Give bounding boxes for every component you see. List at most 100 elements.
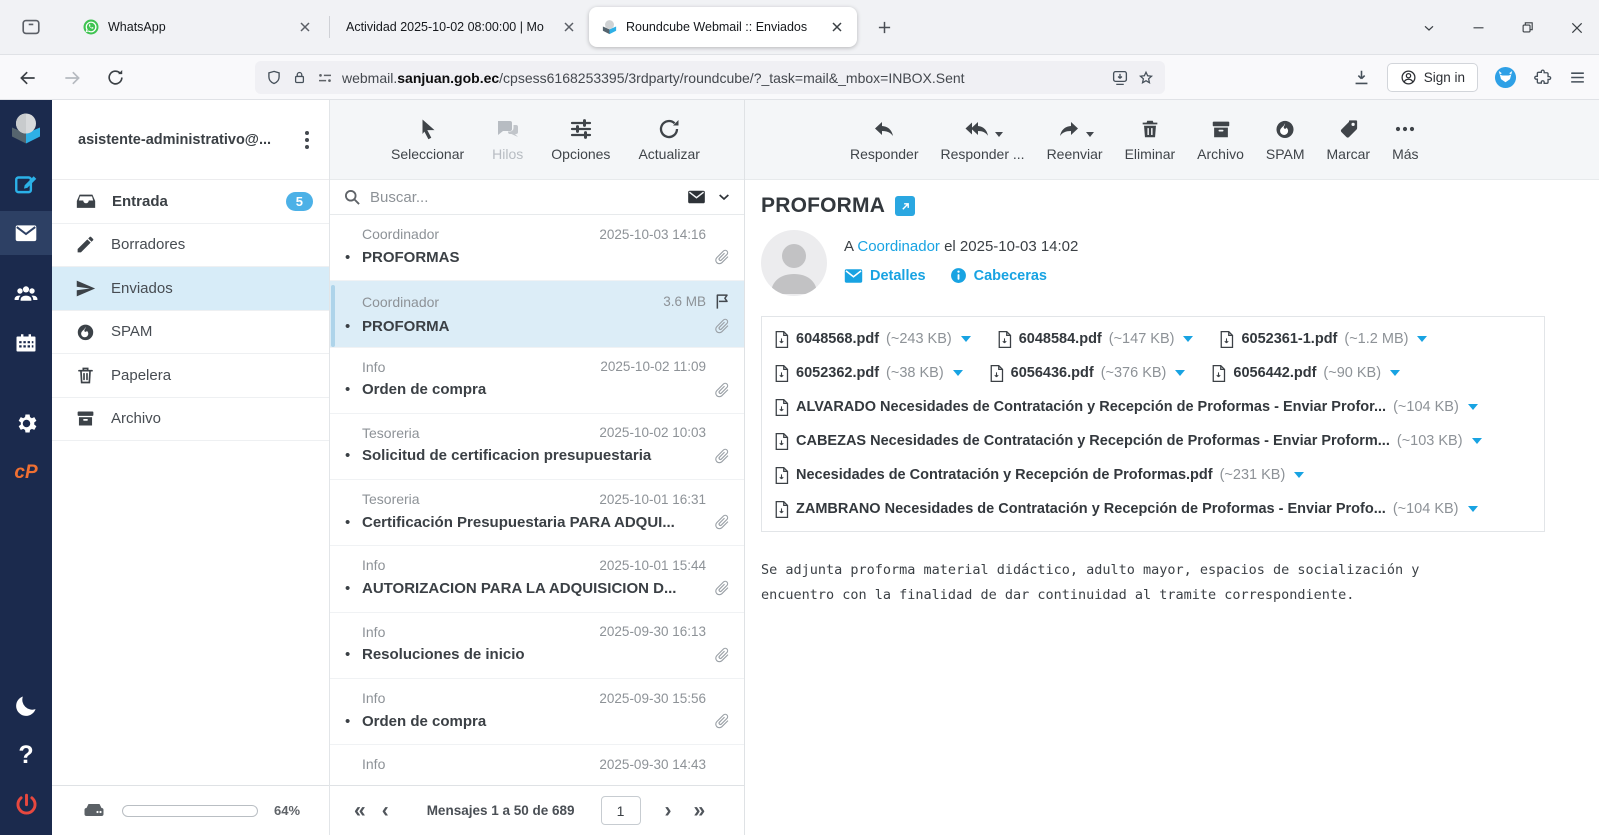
message-list-item[interactable]: Info 2025-09-30 14:43 [330,745,744,785]
attachment-menu-caret-icon[interactable] [1294,472,1304,478]
first-page-button[interactable]: « [346,800,374,821]
attachment[interactable]: CABEZAS Necesidades de Contratación y Re… [774,424,1482,458]
url-text[interactable]: webmail.sanjuan.gob.ec/cpsess6168253395/… [342,70,1103,86]
reply-all-caret-icon[interactable] [995,132,1003,137]
folder-enviados[interactable]: Enviados [52,267,329,311]
firefox-view-icon[interactable] [14,10,48,44]
attachment-menu-caret-icon[interactable] [1468,506,1478,512]
message-list-item[interactable]: Coordinador 3.6 MB • PROFORMA [330,281,744,347]
url-bar[interactable]: webmail.sanjuan.gob.ec/cpsess6168253395/… [255,61,1165,94]
page-number-input[interactable] [601,796,641,825]
profile-avatar-icon[interactable] [1494,66,1517,89]
search-options-chevron-icon[interactable] [716,189,732,205]
lock-icon[interactable] [291,69,308,86]
reload-icon[interactable] [106,68,125,87]
tab-close-icon[interactable] [297,19,313,35]
dark-mode-moon-icon[interactable] [13,693,39,719]
kebab-menu-icon[interactable] [297,127,317,153]
shield-icon[interactable] [265,69,283,87]
message-list-item[interactable]: Info 2025-10-01 15:44 • AUTORIZACION PAR… [330,546,744,612]
contacts-icon[interactable] [12,281,40,305]
attachment-menu-caret-icon[interactable] [1417,336,1427,342]
settings-gear-icon[interactable] [14,411,39,436]
tab-list-chevron-icon[interactable] [1421,20,1437,36]
threads-button[interactable]: Hilos [483,117,532,162]
message-list-item[interactable]: Coordinador 2025-10-03 14:16 • PROFORMAS [330,215,744,281]
tab-close-icon[interactable] [561,19,577,35]
details-toggle[interactable]: Detalles [844,267,926,284]
attachment[interactable]: 6052361-1.pdf (~1.2 MB) [1219,322,1427,356]
scrollbar-thumb[interactable] [331,285,335,347]
attachment[interactable]: 6048584.pdf (~147 KB) [997,322,1194,356]
options-button[interactable]: Opciones [542,117,619,162]
attachment[interactable]: 6052362.pdf (~38 KB) [774,356,963,390]
message-list-item[interactable]: Info 2025-10-02 11:09 • Orden de compra [330,348,744,414]
attachment[interactable]: ALVARADO Necesidades de Contratación y R… [774,390,1478,424]
cpanel-logo-icon[interactable]: cP [14,462,37,484]
next-page-button[interactable]: › [657,800,680,821]
mail-nav-icon-selected[interactable] [0,211,52,255]
attachment-menu-caret-icon[interactable] [1183,336,1193,342]
attachment-menu-caret-icon[interactable] [1390,370,1400,376]
sign-in-button[interactable]: Sign in [1387,63,1478,92]
attachment[interactable]: 6048568.pdf (~243 KB) [774,322,971,356]
spam-button[interactable]: SPAM [1257,117,1314,162]
tab-roundcube-active[interactable]: Roundcube Webmail :: Enviados [589,7,857,47]
new-tab-button[interactable] [871,14,898,41]
folder-archivo[interactable]: Archivo [52,398,329,442]
tab-close-icon[interactable] [829,19,845,35]
close-icon[interactable] [1569,20,1585,36]
attachment[interactable]: Necesidades de Contratación y Recepción … [774,458,1304,492]
tab-whatsapp[interactable]: WhatsApp [70,7,325,47]
permissions-icon[interactable] [316,69,334,87]
attachment[interactable]: 6056442.pdf (~90 KB) [1211,356,1400,390]
attachment-menu-caret-icon[interactable] [961,336,971,342]
restore-icon[interactable] [1520,20,1535,35]
delete-button[interactable]: Eliminar [1116,117,1185,162]
attachment-size: (~231 KB) [1220,467,1286,483]
attachment-menu-caret-icon[interactable] [1468,404,1478,410]
search-scope-envelope-icon[interactable] [685,187,708,207]
tab-actividad[interactable]: Actividad 2025-10-02 08:00:00 | Mo [334,7,589,47]
message-list-item[interactable]: Tesoreria 2025-10-01 16:31 • Certificaci… [330,480,744,546]
back-icon[interactable] [18,68,38,88]
more-button[interactable]: Más [1383,117,1427,162]
help-icon[interactable]: ? [18,741,33,770]
forward-icon[interactable] [62,68,82,88]
search-input[interactable] [370,189,677,206]
compose-icon[interactable] [13,171,39,197]
downloads-icon[interactable] [1352,68,1371,87]
extensions-puzzle-icon[interactable] [1533,68,1552,87]
save-page-icon[interactable] [1111,69,1129,87]
mark-button[interactable]: Marcar [1318,117,1380,162]
message-list-item[interactable]: Info 2025-09-30 16:13 • Resoluciones de … [330,613,744,679]
recipient-link[interactable]: Coordinador [857,238,940,255]
message-list-item[interactable]: Info 2025-09-30 15:56 • Orden de compra [330,679,744,745]
menu-hamburger-icon[interactable] [1568,68,1587,87]
refresh-button[interactable]: Actualizar [629,117,708,162]
bookmark-star-icon[interactable] [1137,69,1155,87]
attachment[interactable]: 6056436.pdf (~376 KB) [989,356,1186,390]
forward-caret-icon[interactable] [1086,132,1094,137]
archive-button[interactable]: Archivo [1188,117,1253,162]
folder-entrada[interactable]: Entrada 5 [52,180,329,224]
minimize-icon[interactable] [1471,20,1486,35]
folder-spam[interactable]: SPAM [52,311,329,355]
folder-borradores[interactable]: Borradores [52,224,329,268]
attachment-menu-caret-icon[interactable] [953,370,963,376]
attachment-menu-caret-icon[interactable] [1472,438,1482,444]
attachment[interactable]: ZAMBRANO Necesidades de Contratación y R… [774,492,1478,526]
open-in-new-window-icon[interactable] [895,196,915,216]
select-button[interactable]: Seleccionar [382,117,473,162]
reply-all-button[interactable]: Responder ... [932,117,1034,162]
prev-page-button[interactable]: ‹ [374,800,397,821]
calendar-icon[interactable] [14,331,38,355]
last-page-button[interactable]: » [686,800,714,821]
attachment-menu-caret-icon[interactable] [1175,370,1185,376]
headers-toggle[interactable]: Cabeceras [950,267,1047,284]
message-list-item[interactable]: Tesoreria 2025-10-02 10:03 • Solicitud d… [330,414,744,480]
reply-button[interactable]: Responder [841,117,928,162]
logout-power-icon[interactable] [13,792,40,819]
forward-button[interactable]: Reenviar [1038,117,1112,162]
folder-papelera[interactable]: Papelera [52,354,329,398]
